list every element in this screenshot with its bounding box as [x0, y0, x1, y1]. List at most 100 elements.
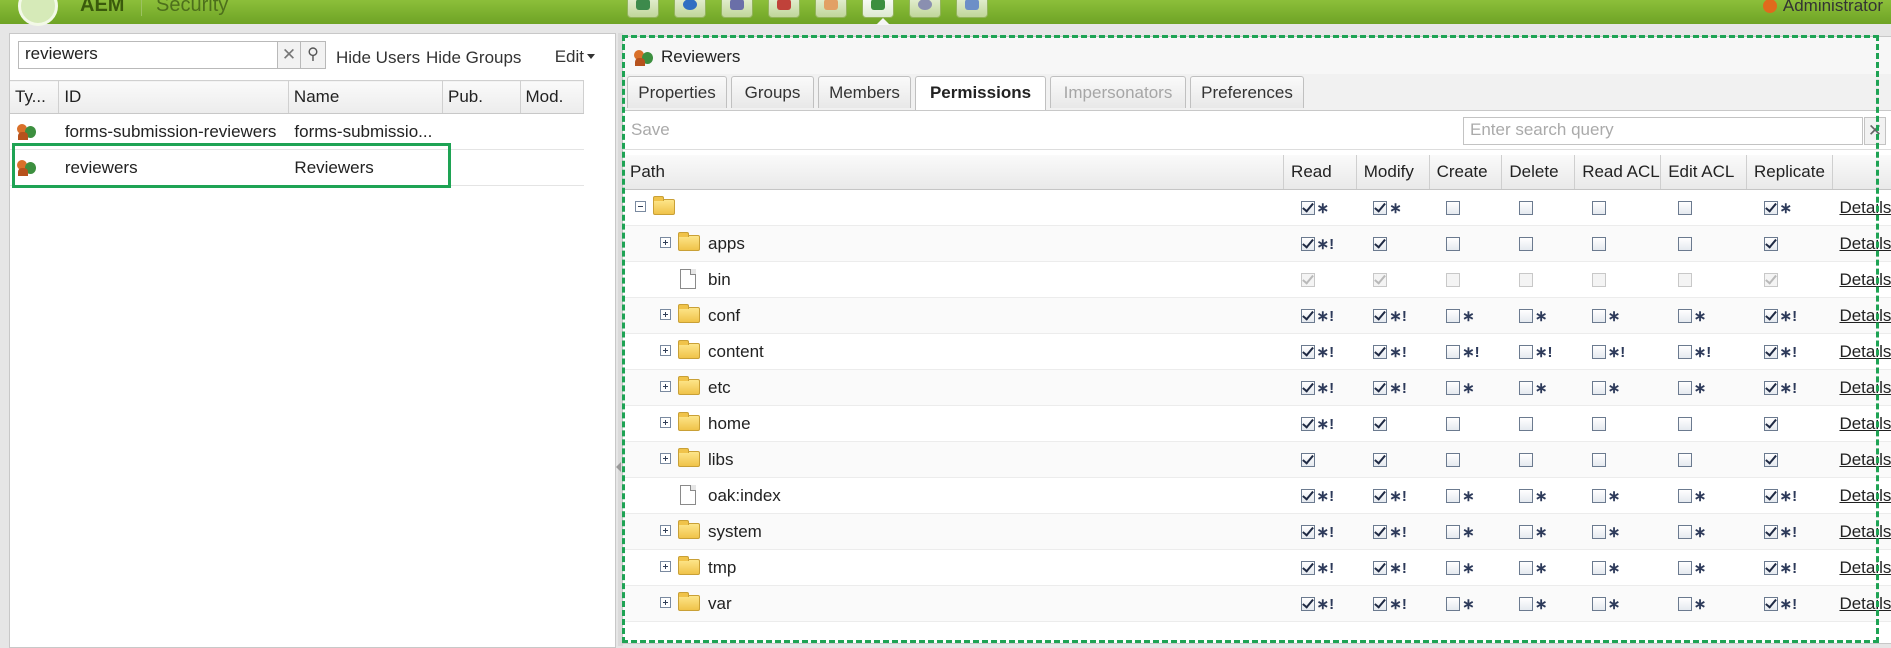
websites-icon[interactable] [627, 0, 659, 18]
tools-icon[interactable] [768, 0, 800, 18]
expand-icon[interactable] [660, 561, 671, 572]
hide-users-button[interactable]: Hide Users [336, 48, 420, 68]
permission-checkbox[interactable] [1373, 452, 1388, 467]
permission-checkbox[interactable] [1300, 452, 1315, 467]
aem-logo[interactable] [18, 0, 58, 26]
permission-checkbox[interactable] [1300, 380, 1315, 395]
permission-checkbox[interactable] [1446, 416, 1461, 431]
column-header-mod[interactable]: Mod. [520, 80, 585, 114]
permission-checkbox[interactable] [1763, 308, 1778, 323]
permission-checkbox[interactable] [1300, 236, 1315, 251]
permission-checkbox[interactable] [1763, 560, 1778, 575]
permission-checkbox[interactable] [1518, 416, 1533, 431]
table-row[interactable]: content ∗! ∗! ∗! ∗! ∗! ∗! ∗! Details [623, 333, 1891, 370]
details-link[interactable]: Details [1832, 378, 1891, 397]
user-menu[interactable]: Administrator [1762, 0, 1883, 16]
table-row[interactable]: bin Details [623, 261, 1891, 298]
permission-checkbox[interactable] [1763, 344, 1778, 359]
clear-path-search-button[interactable]: ✕ [1864, 117, 1886, 145]
expand-icon[interactable] [660, 345, 671, 356]
path-label[interactable]: tmp [708, 558, 736, 578]
tab-properties[interactable]: Properties [627, 76, 727, 108]
details-link[interactable]: Details [1832, 234, 1891, 253]
permission-checkbox[interactable] [1446, 308, 1461, 323]
details-link[interactable]: Details [1832, 342, 1891, 361]
permission-checkbox[interactable] [1446, 488, 1461, 503]
permission-checkbox[interactable] [1373, 524, 1388, 539]
permission-checkbox[interactable] [1518, 236, 1533, 251]
column-header-name[interactable]: Name [288, 80, 443, 114]
permission-checkbox[interactable] [1300, 524, 1315, 539]
permission-checkbox[interactable] [1591, 416, 1606, 431]
path-label[interactable]: conf [708, 306, 740, 326]
edit-menu-button[interactable]: Edit [555, 47, 595, 67]
permission-checkbox[interactable] [1677, 524, 1692, 539]
tab-permissions[interactable]: Permissions [915, 76, 1046, 110]
permission-checkbox[interactable] [1446, 596, 1461, 611]
permission-checkbox[interactable] [1591, 524, 1606, 539]
column-header-path[interactable]: Path [623, 155, 1285, 190]
clear-search-button[interactable]: ✕ [277, 41, 301, 69]
table-row[interactable]: ∗ ∗ ∗ Details [623, 189, 1891, 226]
expand-icon[interactable] [660, 381, 671, 392]
permission-checkbox[interactable] [1763, 596, 1778, 611]
table-row[interactable]: etc ∗! ∗! ∗ ∗ ∗ ∗ ∗! Details [623, 369, 1891, 406]
permission-checkbox[interactable] [1373, 380, 1388, 395]
details-link[interactable]: Details [1832, 594, 1891, 613]
permission-checkbox[interactable] [1763, 488, 1778, 503]
globe-icon[interactable] [674, 0, 706, 18]
permission-checkbox[interactable] [1300, 200, 1315, 215]
details-link[interactable]: Details [1832, 270, 1891, 289]
permission-checkbox[interactable] [1591, 200, 1606, 215]
path-label[interactable]: libs [708, 450, 734, 470]
expand-icon[interactable] [660, 417, 671, 428]
inbox-icon[interactable] [815, 0, 847, 18]
table-row[interactable]: var ∗! ∗! ∗ ∗ ∗ ∗ ∗! Details [623, 585, 1891, 622]
path-label[interactable]: oak:index [708, 486, 781, 506]
details-link[interactable]: Details [1832, 450, 1891, 469]
permission-checkbox[interactable] [1518, 560, 1533, 575]
collapse-icon[interactable] [635, 201, 646, 212]
collapse-arrow-icon[interactable] [616, 462, 621, 472]
permission-checkbox[interactable] [1763, 524, 1778, 539]
expand-icon[interactable] [660, 453, 671, 464]
permission-checkbox[interactable] [1373, 560, 1388, 575]
expand-icon[interactable] [660, 309, 671, 320]
permission-checkbox[interactable] [1518, 380, 1533, 395]
permission-checkbox[interactable] [1300, 596, 1315, 611]
column-header-pub[interactable]: Pub. [442, 80, 521, 114]
permission-checkbox[interactable] [1518, 200, 1533, 215]
tab-preferences[interactable]: Preferences [1190, 76, 1304, 108]
permission-checkbox[interactable] [1677, 488, 1692, 503]
permission-checkbox[interactable] [1373, 308, 1388, 323]
permission-checkbox[interactable] [1518, 524, 1533, 539]
permission-checkbox[interactable] [1677, 236, 1692, 251]
search-icon[interactable]: ⚲ [300, 41, 326, 69]
permission-checkbox[interactable] [1446, 236, 1461, 251]
path-label[interactable]: bin [708, 270, 731, 290]
permission-checkbox[interactable] [1373, 344, 1388, 359]
permission-checkbox[interactable] [1446, 452, 1461, 467]
path-search-input[interactable] [1464, 118, 1856, 142]
permission-checkbox[interactable] [1373, 416, 1388, 431]
permission-checkbox[interactable] [1518, 344, 1533, 359]
column-header-read-acl[interactable]: Read ACL [1574, 155, 1662, 190]
permission-checkbox[interactable] [1373, 488, 1388, 503]
permission-checkbox[interactable] [1677, 560, 1692, 575]
permission-checkbox[interactable] [1518, 596, 1533, 611]
path-label[interactable]: system [708, 522, 762, 542]
table-row[interactable]: conf ∗! ∗! ∗ ∗ ∗ ∗ ∗! Details [623, 297, 1891, 334]
user-search-input[interactable] [19, 42, 271, 66]
permission-checkbox[interactable] [1446, 344, 1461, 359]
permission-checkbox[interactable] [1591, 452, 1606, 467]
permission-checkbox[interactable] [1591, 488, 1606, 503]
table-row[interactable]: system ∗! ∗! ∗ ∗ ∗ ∗ ∗! Details [623, 513, 1891, 550]
column-header-create[interactable]: Create [1429, 155, 1503, 190]
permission-checkbox[interactable] [1446, 200, 1461, 215]
permission-checkbox[interactable] [1677, 344, 1692, 359]
column-header-id[interactable]: ID [58, 80, 289, 114]
workflow-icon[interactable] [909, 0, 941, 18]
permission-checkbox[interactable] [1591, 380, 1606, 395]
hide-groups-button[interactable]: Hide Groups [426, 48, 521, 68]
save-button[interactable]: Save [631, 120, 670, 140]
